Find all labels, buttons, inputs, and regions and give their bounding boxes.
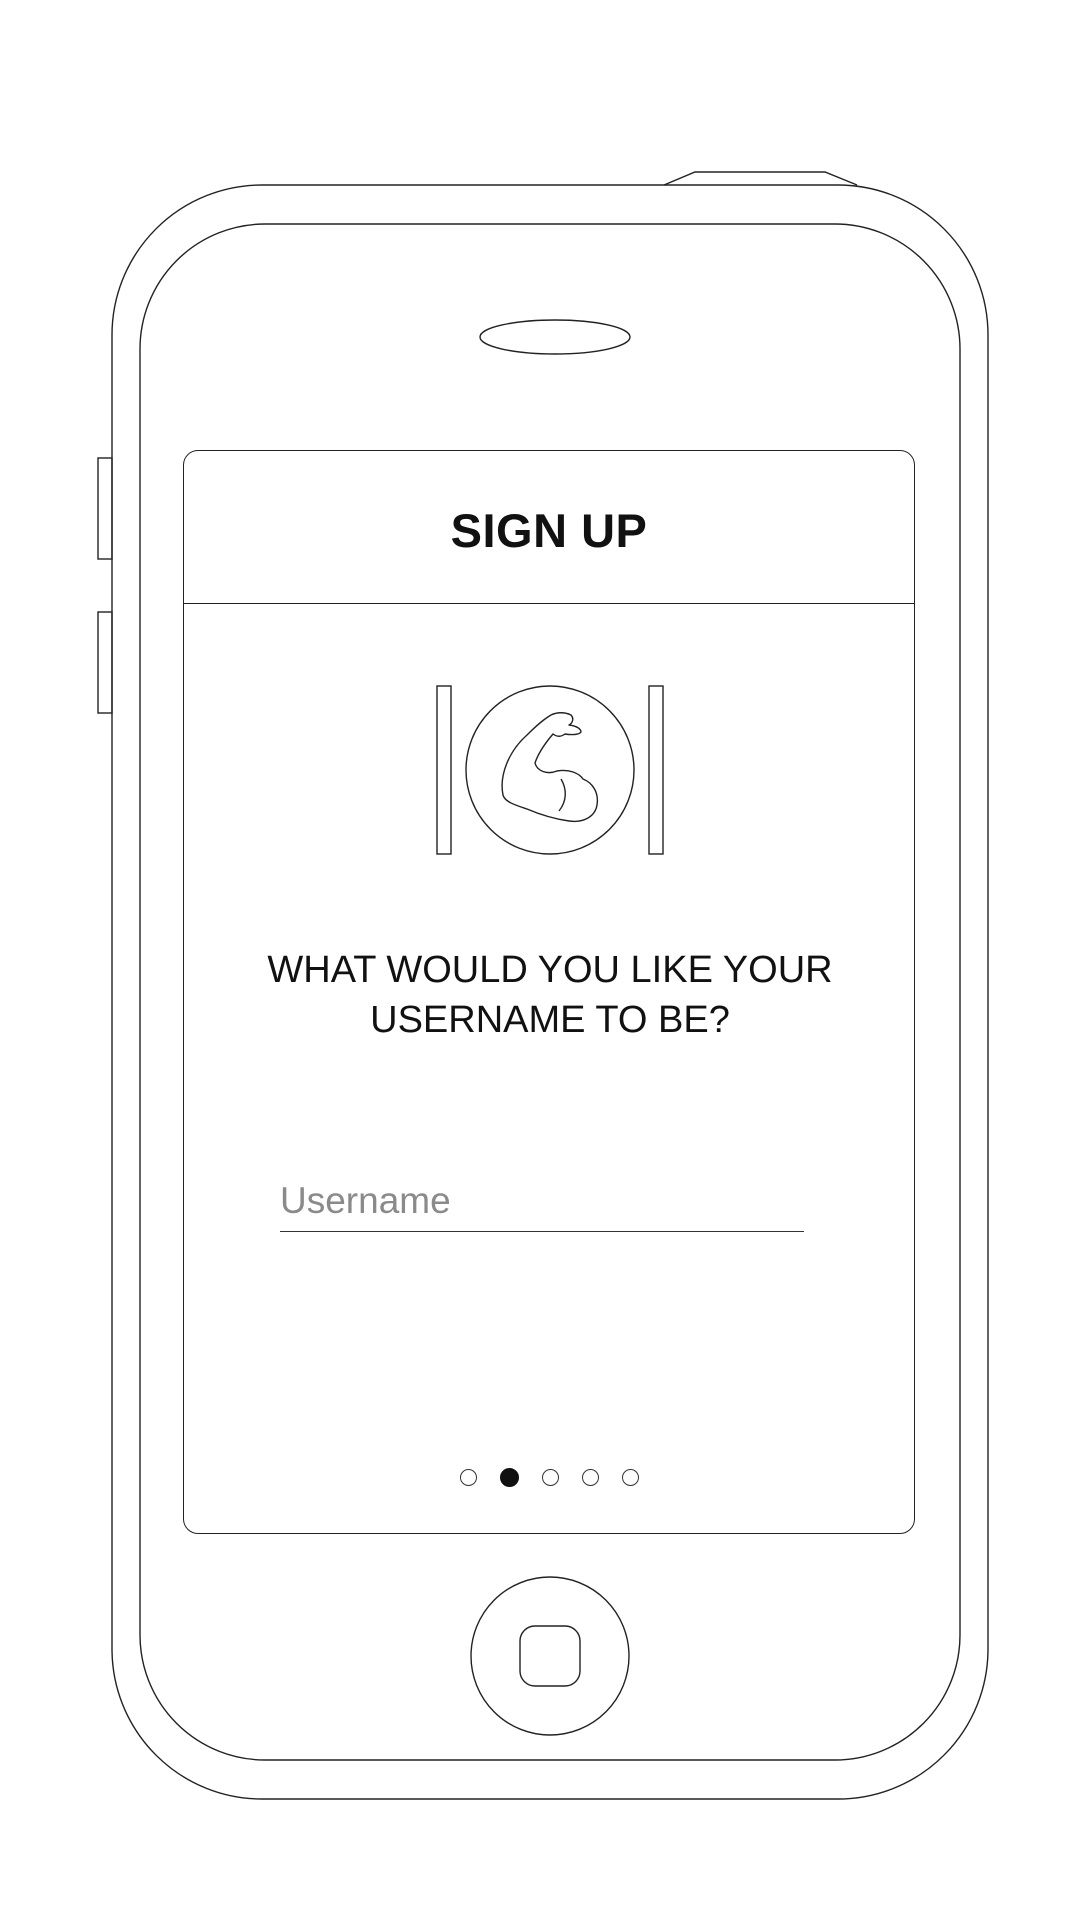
app-screen: SIGN UP WHAT WOULD YOU LIKE YOUR USERNAM… [183, 450, 915, 1534]
page-dot-3[interactable] [541, 1468, 559, 1486]
bicep-line-shape [558, 778, 566, 812]
home-button-square-icon [519, 1625, 581, 1687]
page-dot-2[interactable] [499, 1467, 519, 1487]
power-button [663, 171, 858, 186]
username-prompt: WHAT WOULD YOU LIKE YOUR USERNAME TO BE? [267, 949, 833, 1041]
page-dot-5[interactable] [621, 1468, 639, 1486]
header-bar: SIGN UP [184, 451, 914, 604]
username-input[interactable] [280, 1176, 804, 1232]
volume-up-button [97, 457, 113, 560]
logo-circle-shape [465, 685, 635, 855]
volume-down-button [97, 611, 113, 714]
page-dot-4[interactable] [581, 1468, 599, 1486]
page-indicator [184, 1465, 914, 1489]
home-button[interactable] [470, 1576, 630, 1736]
speaker-grille [479, 319, 631, 355]
left-weight-plate-shape [436, 685, 452, 855]
page-dot-1[interactable] [459, 1468, 477, 1486]
page-title: SIGN UP [450, 503, 648, 557]
right-weight-plate-shape [648, 685, 664, 855]
arm-shape [501, 712, 599, 823]
flexed-bicep-icon [436, 685, 664, 855]
